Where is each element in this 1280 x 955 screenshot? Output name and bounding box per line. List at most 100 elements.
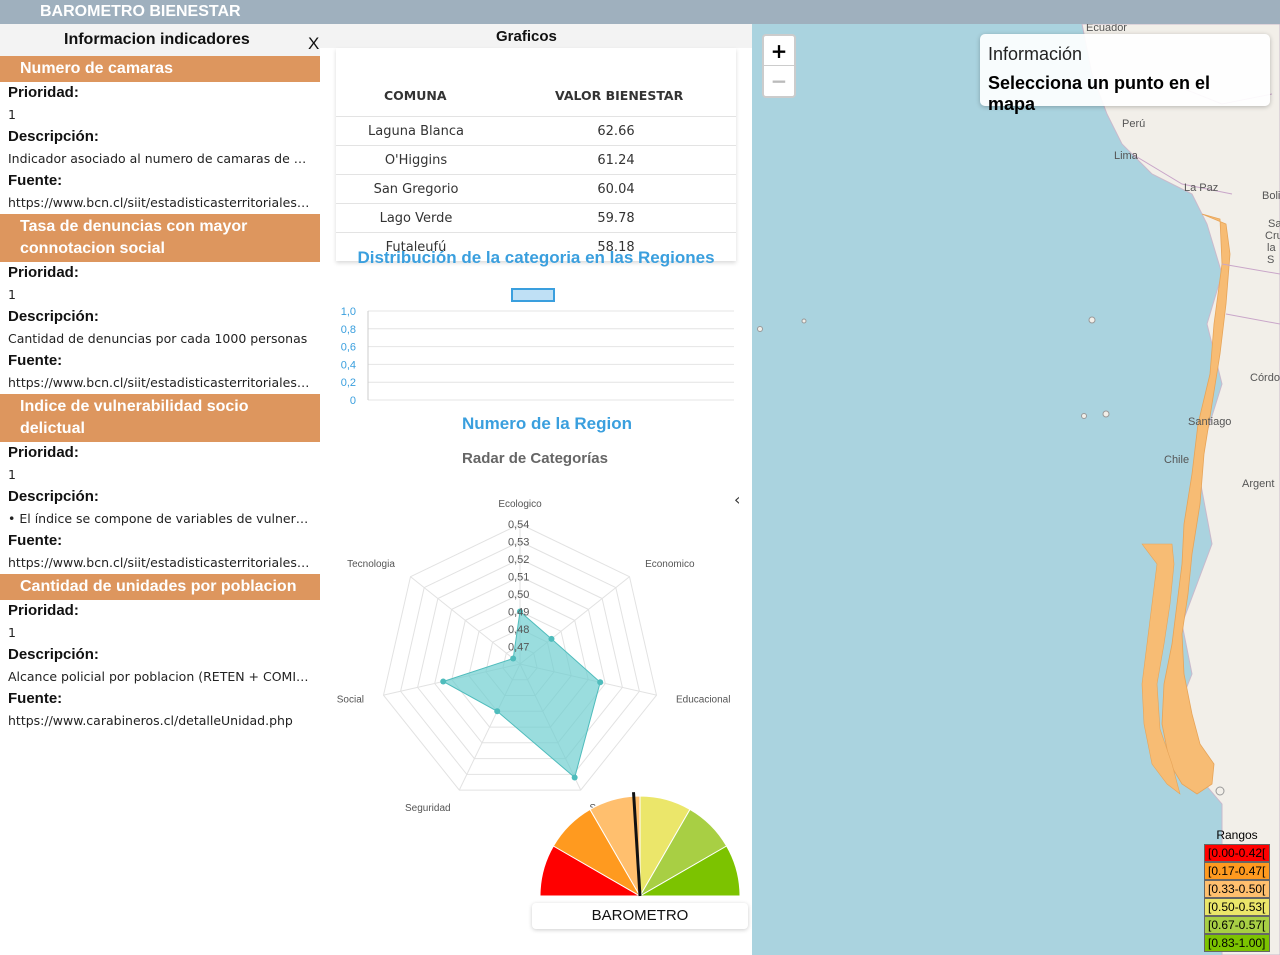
island — [1215, 786, 1225, 796]
legend-item: [0.83-1.00] — [1204, 934, 1270, 952]
island — [801, 318, 807, 324]
source-label: Fuente: — [8, 352, 63, 369]
indicator-name: Tasa de denuncias con mayor connotacion … — [0, 214, 320, 262]
radar-tick-label: 0,50 — [508, 589, 529, 601]
description-label: Descripción: — [8, 308, 99, 325]
legend-title: Rangos — [1216, 828, 1258, 842]
map-label-cordoba: Córdo — [1250, 372, 1280, 384]
island — [1088, 316, 1096, 324]
island — [757, 326, 763, 332]
source-label: Fuente: — [8, 532, 63, 549]
info-box: Información Selecciona un punto en el ma… — [980, 34, 1270, 114]
priority-label: Prioridad: — [8, 264, 79, 281]
source-link[interactable]: https://www.bcn.cl/siit/estadisticasterr… — [0, 552, 312, 574]
radar-spoke — [410, 576, 521, 665]
zoom-in-button[interactable]: + — [764, 36, 794, 66]
map-label-la-paz: La Paz — [1184, 182, 1219, 194]
priority-value: 1 — [8, 287, 16, 302]
radar-tick-label: 0,47 — [508, 642, 529, 654]
priority-value: 1 — [8, 625, 16, 640]
y-tick-label: 0,4 — [341, 359, 356, 371]
radar-point — [571, 774, 578, 781]
map-canvas[interactable] — [752, 24, 1280, 955]
radar-tick-label: 0,52 — [508, 554, 529, 566]
map-label-chile: Chile — [1164, 454, 1190, 466]
indicators-panel-header: Informacion indicadores X — [0, 24, 320, 56]
info-message: Selecciona un punto en el mapa — [988, 73, 1211, 114]
radar-title: Radar de Categorías — [462, 450, 608, 467]
radar-axis-label: Ecologico — [498, 499, 542, 510]
radar-series-area — [441, 610, 601, 779]
source-link[interactable]: https://www.bcn.cl/siit/estadisticasterr… — [0, 372, 312, 394]
y-tick-label: 1,0 — [341, 306, 356, 318]
indicator-card: Indice de vulnerabilidad socio delictual… — [0, 394, 320, 574]
chevron-left-icon[interactable]: ‹ — [734, 490, 740, 509]
map-view[interactable]: Ecuador Perú Lima La Paz Boliv Sa Cru la… — [752, 24, 1280, 955]
map-label-santa-cruz-2: Cru — [1265, 230, 1280, 242]
indicator-card: Tasa de denuncias con mayor connotacion … — [0, 214, 320, 394]
map-label-ecuador: Ecuador — [1086, 24, 1127, 34]
radar-tick-label: 0,51 — [508, 572, 529, 584]
range-legend: Rangos [0.00-0.42[ [0.17-0.47[ [0.33-0.5… — [1204, 828, 1270, 952]
description-label: Descripción: — [8, 646, 99, 663]
zoom-control: + − — [762, 34, 796, 98]
indicator-name: Numero de camaras — [0, 56, 320, 82]
map-label-peru: Perú — [1122, 118, 1146, 130]
radar-axis-label: Tecnologia — [347, 559, 395, 570]
description-value: Alcance policial por poblacion (RETEN + … — [8, 669, 312, 684]
indicators-panel: Informacion indicadores X Numero de cama… — [0, 24, 320, 955]
radar-point — [510, 655, 517, 662]
island — [1102, 410, 1110, 418]
legend-item: [0.00-0.42[ — [1204, 844, 1270, 862]
source-link[interactable]: https://www.carabineros.cl/detalleUnidad… — [0, 710, 312, 732]
radar-tick-label: 0,48 — [508, 624, 529, 636]
radar-point — [548, 635, 555, 642]
info-title: Información — [988, 44, 1083, 64]
close-panel-button[interactable]: X — [308, 34, 319, 54]
indicator-list: Numero de camaras Prioridad: 1 Descripci… — [0, 56, 320, 732]
priority-value: 1 — [8, 107, 16, 122]
app-header: BAROMETRO BIENESTAR — [0, 0, 1280, 24]
island — [1081, 413, 1087, 419]
source-link[interactable]: https://www.bcn.cl/siit/estadisticasterr… — [0, 192, 312, 214]
legend-swatch — [511, 288, 555, 302]
indicator-card: Cantidad de unidades por poblacion Prior… — [0, 574, 320, 732]
y-tick-label: 0 — [350, 395, 356, 407]
barometer-label: BAROMETRO — [591, 907, 689, 924]
legend-item: [0.33-0.50[ — [1204, 880, 1270, 898]
legend-item: [0.17-0.47[ — [1204, 862, 1270, 880]
indicators-panel-title: Informacion indicadores — [64, 31, 250, 48]
radar-point — [597, 679, 604, 686]
description-label: Descripción: — [8, 128, 99, 145]
map-label-santa-cruz: Sa — [1268, 218, 1280, 230]
indicator-card: Numero de camaras Prioridad: 1 Descripci… — [0, 56, 320, 214]
priority-label: Prioridad: — [8, 602, 79, 619]
legend-item: [0.50-0.53[ — [1204, 898, 1270, 916]
description-label: Descripción: — [8, 488, 99, 505]
map-label-bolivia: Boliv — [1262, 190, 1280, 202]
radar-tick-label: 0,54 — [508, 519, 529, 531]
priority-label: Prioridad: — [8, 444, 79, 461]
charts-svg: 1,0 0,8 0,6 0,4 0,2 0 Numero de la Region Radar… — [337, 288, 741, 898]
radar-axis-label: Economico — [645, 559, 695, 570]
indicator-name: Indice de vulnerabilidad socio delictual — [0, 394, 320, 442]
map-label-santiago: Santiago — [1188, 416, 1232, 428]
description-value: Indicador asociado al numero de camaras … — [8, 151, 312, 166]
radar-axis-label: Social — [337, 695, 364, 706]
y-tick-label: 0,8 — [341, 324, 356, 336]
radar-point — [440, 678, 447, 685]
barometer-label-box: BAROMETRO — [532, 903, 748, 929]
radar-axis-label: Educacional — [676, 695, 730, 706]
radar-point — [494, 708, 501, 715]
zoom-out-button[interactable]: − — [764, 66, 794, 96]
legend-item: [0.67-0.57[ — [1204, 916, 1270, 934]
description-value: Cantidad de denuncias por cada 1000 pers… — [8, 331, 308, 346]
indicator-name: Cantidad de unidades por poblacion — [0, 574, 320, 600]
charts-panel: Graficos COMUNA VALOR BIENESTAR Laguna B… — [320, 24, 752, 955]
description-value: • El índice se compone de variables de v… — [8, 511, 312, 526]
map-label-lima: Lima — [1114, 150, 1138, 162]
map-label-argentina: Argent — [1242, 478, 1275, 490]
x-axis-title: Numero de la Region — [462, 414, 632, 433]
priority-value: 1 — [8, 467, 16, 482]
map-label-santa-cruz-3: la S — [1267, 242, 1276, 266]
